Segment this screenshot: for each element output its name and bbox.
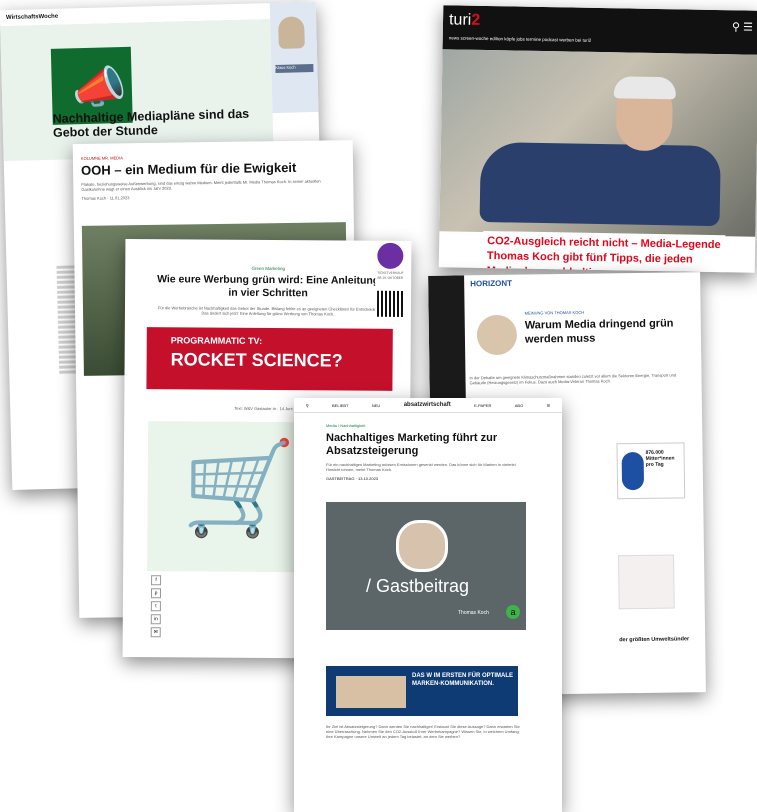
card-absatzwirtschaft[interactable]: ⚲ BELIEBT NEU absatzwirtschaft E-PAPER A… (294, 398, 562, 812)
breadcrumb[interactable]: Media / Nachhaltigkeit (326, 423, 562, 428)
mail-icon[interactable]: ✉ (150, 627, 161, 638)
pinterest-icon[interactable]: p (150, 588, 162, 599)
article-lead: Plakate, beziehungsweise Außenwerbung, s… (81, 178, 321, 192)
shopping-cart-icon: 🛒 (181, 437, 297, 541)
kicker: Green Marketing (251, 265, 286, 272)
site-header: turi2 news screen-woche edition köpfe jo… (442, 5, 757, 55)
event-logo (377, 242, 404, 269)
article-headline[interactable]: Nachhaltiges Marketing führt zur Absatzs… (326, 432, 530, 458)
nav-abo[interactable]: ABO (515, 403, 523, 408)
kicker: MEINUNG VON THOMAS KOCH (524, 309, 585, 316)
nav-beliebt[interactable]: BELIEBT (332, 403, 348, 408)
event-ad[interactable]: TICKETVERKAUF AB 19. OKTOBER (374, 240, 406, 319)
gastbeitrag-image: / Gastbeitrag Thomas Koch a (326, 502, 526, 630)
ad-banner[interactable]: PROGRAMMATIC TV: ROCKET SCIENCE? (146, 327, 393, 391)
card-turi2[interactable]: turi2 news screen-woche edition köpfe jo… (438, 5, 757, 273)
author-photo (278, 16, 305, 49)
byline: Text: W&V Gastautor·in · 14 Juni 2023 (234, 405, 303, 412)
bird-mascot (621, 451, 645, 491)
menu-icon[interactable]: ☰ (547, 403, 551, 408)
byline: Thomas Koch · 11.01.2023 (81, 195, 130, 201)
megaphone-icon: 📣 (71, 62, 128, 114)
site-header: ⚲ BELIEBT NEU absatzwirtschaft E-PAPER A… (294, 398, 562, 413)
article-meta: GASTBEITRAG · 13.10.2023 (326, 476, 379, 481)
article-lead: In der Debatte um geeignete Klimaschutzm… (469, 372, 677, 386)
hero-image: 📣 (0, 19, 274, 162)
facebook-icon[interactable]: f (151, 575, 162, 586)
twitter-icon[interactable]: t (150, 601, 161, 612)
site-logo[interactable]: HORIZONT (470, 279, 512, 289)
ad-box-2[interactable] (618, 554, 675, 610)
brand-badge: a (506, 605, 520, 619)
nav-menu[interactable]: news screen-woche edition köpfe jobs ter… (449, 35, 592, 42)
search-icon[interactable]: ⚲ (306, 403, 309, 408)
qr-code (376, 290, 404, 317)
site-logo[interactable]: turi2 (449, 11, 480, 30)
author-photo (396, 520, 448, 572)
section-heading: der größten Umweltsünder (619, 636, 690, 644)
article-lead: Für die Werbebranche ist Nachhaltigkeit … (157, 305, 379, 317)
nav-neu[interactable]: NEU (372, 403, 380, 408)
nav-epaper[interactable]: E-PAPER (474, 403, 491, 408)
article-headline[interactable]: OOH – ein Medium für die Ewigkeit (81, 159, 345, 178)
article-headline[interactable]: Nachhaltige Mediapläne sind das Gebot de… (52, 107, 253, 140)
article-image: 🛒 (147, 421, 299, 573)
article-headline[interactable]: Warum Media dringend grün werden muss (525, 316, 693, 346)
article-body: Ihr Ziel ist Absatzsteigerung? Dann werd… (326, 724, 520, 739)
author-caption: Klaus Koch (275, 64, 314, 74)
article-lead: Für ein nachhaltiges Marketing müssen Em… (326, 462, 516, 472)
author-photo (476, 314, 518, 356)
article-photo (439, 49, 757, 237)
ad-image (336, 676, 406, 708)
site-logo[interactable]: absatzwirtschaft (404, 402, 451, 408)
share-bar: f p t in ✉ (150, 575, 162, 645)
article-headline[interactable]: Wie eure Werbung grün wird: Eine Anleitu… (155, 273, 381, 301)
linkedin-icon[interactable]: in (150, 614, 161, 625)
author-box: Klaus Koch (269, 1, 319, 114)
ad-banner[interactable]: DAS W IM ERSTEN FÜR OPTIMALE MARKEN-KOMM… (326, 666, 518, 716)
ad-box[interactable]: 876.000 Mitter*innen pro Tag (616, 442, 686, 500)
article-headline[interactable]: CO2-Ausgleich reicht nicht – Media-Legen… (482, 230, 726, 273)
search-icon[interactable]: ⚲ ☰ (732, 20, 753, 33)
